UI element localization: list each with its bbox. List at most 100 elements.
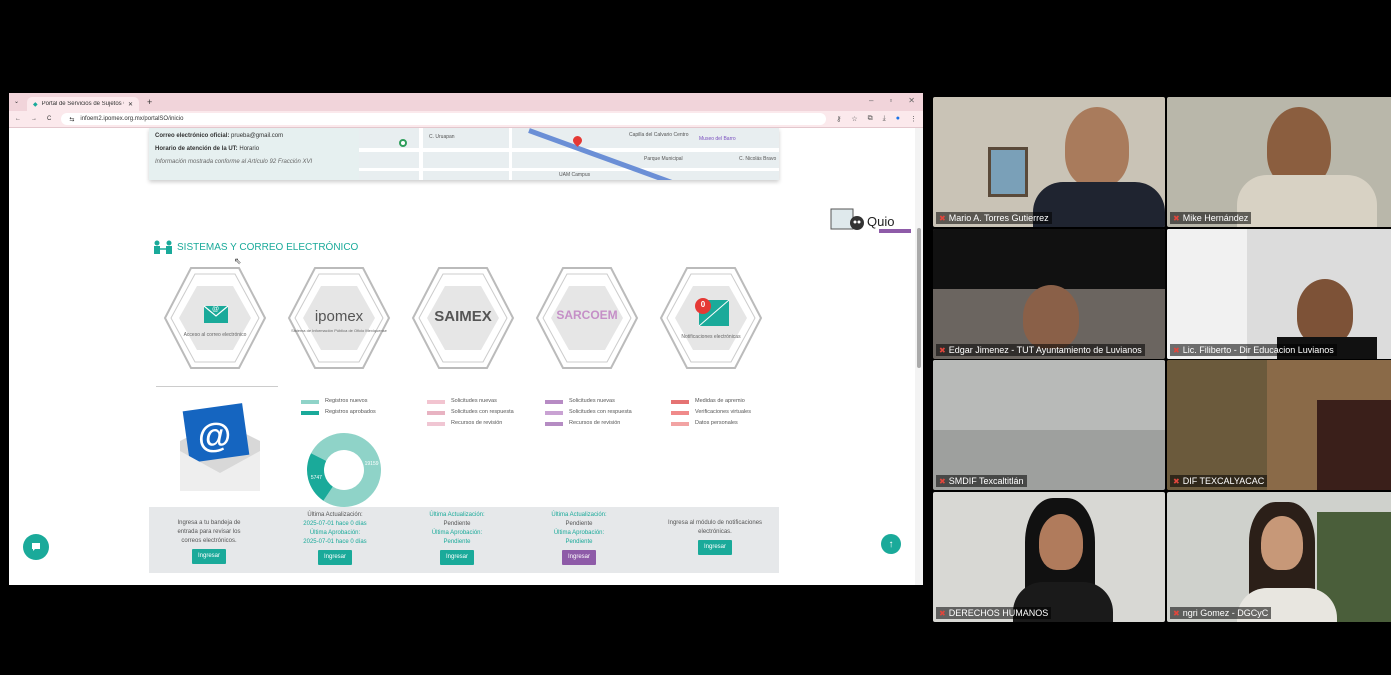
- participant-name-text: DERECHOS HUMANOS: [948, 608, 1049, 618]
- ingresar-correo-button[interactable]: Ingresar: [191, 549, 226, 564]
- legend-item: Solicitudes con respuesta: [451, 409, 514, 415]
- email-value: prueba@gmail.com: [231, 133, 284, 139]
- minimize-icon[interactable]: –: [869, 96, 873, 105]
- maximize-icon[interactable]: ▫: [889, 96, 892, 105]
- map-label: Parque Municipal: [644, 156, 683, 162]
- close-window-icon[interactable]: ✕: [908, 96, 915, 105]
- hex-ipomex[interactable]: ipomex Sistema de Información Pública de…: [285, 264, 393, 372]
- scrollbar-thumb[interactable]: [917, 228, 921, 368]
- favicon-icon: ◆: [33, 101, 38, 108]
- address-bar: ← → C ⇆ infoem2.ipomex.org.mx/portalSO/i…: [9, 111, 923, 128]
- close-tab-icon[interactable]: ✕: [128, 101, 133, 108]
- legend-item: Solicitudes con respuesta: [569, 409, 632, 415]
- legend-ipomex: Registros nuevos Registros aprobados: [301, 396, 376, 418]
- ipomex-logo: ipomex: [314, 308, 364, 325]
- participant-tile[interactable]: ✖ Mario A. Torres Gutierrez: [933, 97, 1165, 227]
- tab-list-icon[interactable]: ⌄: [14, 98, 19, 105]
- new-tab-icon[interactable]: +: [147, 97, 152, 107]
- map-label: Capilla del Calvario Centro: [629, 132, 689, 138]
- legend-item: Registros aprobados: [325, 409, 376, 415]
- menu-icon[interactable]: ⋮: [910, 115, 917, 123]
- toolbar-icons: ⚷ ☆ ⧉ ⤓ ● ⋮: [836, 115, 917, 123]
- registros-donut-chart: 19159 5747: [307, 433, 381, 507]
- ingresar-ipomex-button[interactable]: Ingresar: [317, 550, 352, 565]
- mic-off-icon: ✖: [1173, 345, 1180, 355]
- notif-text: Ingresa al módulo de notificaciones elec…: [667, 520, 763, 535]
- approval-value: 2025-07-01 hace 0 días: [303, 539, 367, 545]
- participant-tile[interactable]: ✖ Edgar Jimenez - TUT Ayuntamiento de Luv…: [933, 229, 1165, 359]
- mic-off-icon: ✖: [939, 345, 946, 355]
- participant-name: ✖ Lic. Filiberto - Dir Educacion Luvianos: [1170, 344, 1337, 356]
- participant-tile[interactable]: ✖ Mike Hernández: [1167, 97, 1391, 227]
- profile-icon[interactable]: ●: [896, 115, 900, 123]
- star-icon[interactable]: ☆: [851, 115, 857, 123]
- scrollbar[interactable]: [915, 128, 923, 585]
- notification-badge: 0: [700, 300, 706, 309]
- hex-correo[interactable]: @ Acceso al correo electrónico: [161, 264, 269, 372]
- approval-value: Pendiente: [565, 539, 593, 545]
- legend-item: Recursos de revisión: [569, 420, 621, 426]
- mic-off-icon: ✖: [1173, 608, 1180, 618]
- hex-caption: Acceso al correo electrónico: [183, 332, 247, 338]
- participant-name: ✖ DIF TEXCALYACAC: [1170, 475, 1268, 487]
- section-title-text: SISTEMAS Y CORREO ELECTRÓNICO: [177, 241, 359, 253]
- participant-name-text: Mario A. Torres Gutierrez: [948, 213, 1049, 223]
- ingresar-saimex-button[interactable]: Ingresar: [439, 550, 474, 565]
- legend-saimex: Solicitudes nuevas Solicitudes con respu…: [427, 396, 514, 429]
- participant-name-text: ngri Gomez - DGCyC: [1182, 608, 1269, 618]
- forward-icon[interactable]: →: [31, 116, 37, 122]
- key-icon[interactable]: ⚷: [836, 115, 841, 123]
- update-label: Última Actualización:: [551, 512, 607, 518]
- col-saimex: Última Actualización: Pendiente Última A…: [397, 511, 517, 565]
- participant-name-text: DIF TEXCALYACAC: [1182, 476, 1265, 486]
- reload-icon[interactable]: C: [47, 116, 51, 122]
- sarcoem-logo: SARCOEM: [556, 308, 618, 322]
- legend-item: Medidas de apremio: [695, 398, 745, 404]
- col-notificaciones: Ingresa al módulo de notificaciones elec…: [655, 511, 775, 555]
- legend-item: Recursos de revisión: [451, 420, 503, 426]
- site-info-icon[interactable]: ⇆: [69, 116, 74, 123]
- update-label: Última Actualización:: [429, 512, 485, 518]
- approval-label: Última Aprobación:: [309, 530, 361, 536]
- wall-picture: [988, 147, 1028, 197]
- browser-tab[interactable]: ◆ Portal de Servicios de Sujetos C ✕: [27, 97, 139, 111]
- hours-value: Horario: [239, 146, 260, 152]
- hex-sarcoem[interactable]: SARCOEM: [533, 264, 641, 372]
- hex-notificaciones[interactable]: 0 Notificaciones electrónicas: [657, 264, 765, 372]
- page-content: Correo electrónico oficial: prueba@gmail…: [9, 128, 923, 585]
- email-label: Correo electrónico oficial:: [155, 133, 230, 139]
- update-value: 2025-07-01 hace 0 días: [303, 521, 367, 527]
- quio-logo: Quio: [830, 208, 911, 233]
- mail-envelope-icon[interactable]: @: [172, 401, 267, 496]
- map-label: C. Uruapan: [429, 134, 455, 140]
- participant-tile[interactable]: ✖ DERECHOS HUMANOS: [933, 492, 1165, 622]
- participant-tile[interactable]: ✖ DIF TEXCALYACAC: [1167, 360, 1391, 490]
- ingresar-notificaciones-button[interactable]: Ingresar: [697, 540, 732, 555]
- back-icon[interactable]: ←: [15, 116, 21, 122]
- extensions-icon[interactable]: ⧉: [868, 115, 873, 123]
- donut-label: 5747: [311, 475, 322, 481]
- legend-item: Registros nuevos: [325, 398, 368, 404]
- hex-caption: Notificaciones electrónicas: [681, 334, 741, 340]
- chat-button[interactable]: [23, 534, 49, 560]
- scroll-top-button[interactable]: ↑: [881, 534, 901, 554]
- ingresar-sarcoem-button[interactable]: Ingresar: [561, 550, 596, 565]
- legend-item: Solicitudes nuevas: [451, 398, 497, 404]
- approval-value: Pendiente: [443, 539, 471, 545]
- hex-saimex[interactable]: SAIMEX: [409, 264, 517, 372]
- saimex-logo: SAIMEX: [434, 308, 492, 325]
- participant-tile[interactable]: ✖ SMDIF Texcaltitlán: [933, 360, 1165, 490]
- participant-tile[interactable]: ✖ ngri Gomez - DGCyC: [1167, 492, 1391, 622]
- arrow-up-icon: ↑: [888, 538, 894, 550]
- map-label: Museo del Barro: [699, 136, 736, 142]
- approval-label: Última Aprobación:: [431, 530, 483, 536]
- download-icon[interactable]: ⤓: [883, 115, 886, 123]
- map[interactable]: C. Uruapan Capilla del Calvario Centro M…: [359, 128, 779, 180]
- legend-item: Verificaciones virtuales: [695, 409, 751, 415]
- participant-tile[interactable]: ✖ Lic. Filiberto - Dir Educacion Luvianos: [1167, 229, 1391, 359]
- tab-title: Portal de Servicios de Sujetos C: [41, 101, 124, 107]
- contact-card: Correo electrónico oficial: prueba@gmail…: [149, 128, 779, 180]
- legend-sarcoem: Solicitudes nuevas Solicitudes con respu…: [545, 396, 632, 429]
- map-label: C. Nicolás Bravo: [739, 156, 777, 162]
- url-field[interactable]: ⇆ infoem2.ipomex.org.mx/portalSO/inicio: [61, 113, 827, 125]
